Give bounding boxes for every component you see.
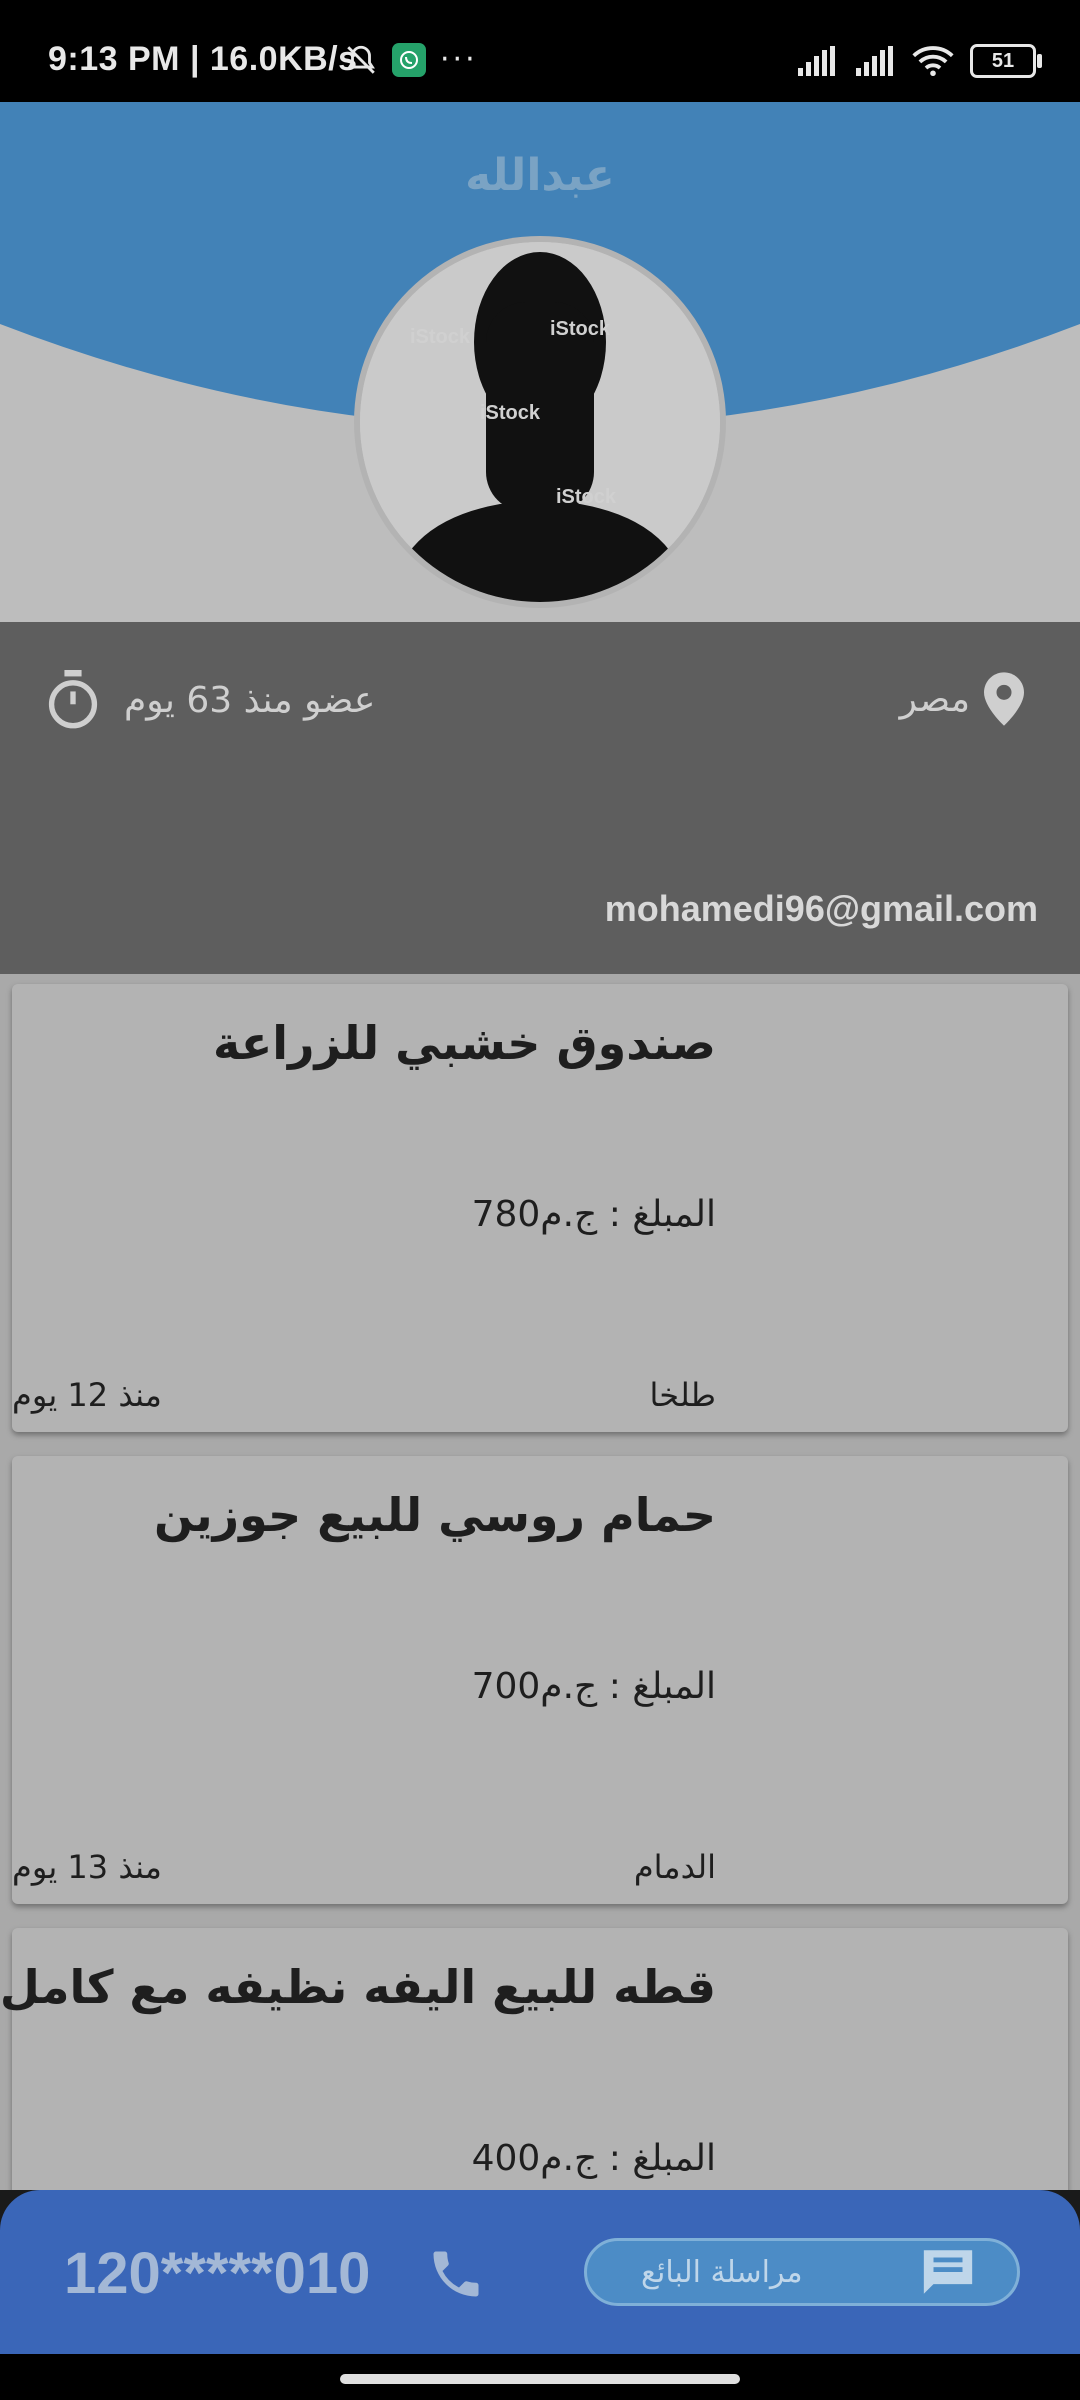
watermark-text: iStock [410, 326, 471, 348]
listing-city: طلخا [649, 1376, 716, 1414]
status-bar: 9:13 PM | 16.0KB/s ··· 51 [0, 0, 1080, 102]
location: مصر [900, 672, 1024, 726]
signal-icon [798, 46, 835, 76]
battery-level: 51 [991, 49, 1015, 72]
seller-info: مصر عضو منذ 63 يوم mohamedi96@gmail.com [0, 622, 1080, 974]
battery-icon: 51 [970, 44, 1042, 78]
location-pin-icon [984, 672, 1024, 726]
watermark-text: iStock [480, 402, 541, 424]
wifi-icon [912, 46, 954, 77]
watermark-text: iStock [556, 486, 617, 508]
more-notifications-icon: ··· [440, 42, 478, 77]
whatsapp-icon [392, 42, 426, 77]
listing-price: المبلغ : ج.م400 [471, 2138, 716, 2179]
profile-header: عبدالله iStock iStock iStock iStock [0, 102, 1080, 622]
listing-city: الدمام [633, 1848, 716, 1886]
listing-price: المبلغ : ج.م700 [471, 1666, 716, 1707]
seller-phone[interactable]: 120*****010 [64, 2240, 370, 2307]
listing-title: حمام روسي للبيع جوزين [153, 1488, 716, 1542]
listing-card[interactable]: حمام روسي للبيع جوزين المبلغ : ج.م700 ال… [12, 1456, 1068, 1904]
listings: صندوق خشبي للزراعة المبلغ : ج.م780 طلخا … [0, 974, 1080, 2190]
watermark-text: iStock [550, 318, 611, 340]
muted-bell-icon [347, 45, 375, 74]
signal-icon-2 [856, 46, 893, 76]
system-navigation [0, 2354, 1080, 2400]
avatar: iStock iStock iStock iStock [360, 242, 720, 602]
seller-email: mohamedi96@gmail.com [604, 888, 1038, 929]
listing-card[interactable]: صندوق خشبي للزراعة المبلغ : ج.م780 طلخا … [12, 984, 1068, 1432]
message-seller-button[interactable]: مراسلة البائع [584, 2238, 1020, 2306]
seller-name: عبدالله [465, 150, 615, 201]
home-indicator[interactable] [340, 2374, 740, 2384]
listing-age: منذ 13 يوم [12, 1848, 162, 1886]
timer-icon [48, 670, 98, 729]
chat-icon [923, 2250, 973, 2294]
listing-title: صندوق خشبي للزراعة [212, 1016, 716, 1070]
member-since: عضو منذ 63 يوم [46, 670, 375, 730]
location-text: مصر [899, 678, 970, 720]
member-since-text: عضو منذ 63 يوم [124, 679, 376, 721]
listing-price: المبلغ : ج.م780 [471, 1194, 716, 1235]
listing-age: منذ 12 يوم [12, 1376, 162, 1414]
listing-card[interactable]: قطه للبيع اليفه نظيفه مع كامل... المبلغ … [0, 1928, 1068, 2190]
listing-title: قطه للبيع اليفه نظيفه مع كامل... [0, 1960, 716, 2014]
status-time: 9:13 PM | 16.0KB/s [48, 40, 358, 78]
phone-icon[interactable] [426, 2244, 486, 2304]
message-seller-label: مراسلة البائع [641, 2254, 803, 2290]
contact-bar: 120*****010 مراسلة البائع [0, 2190, 1080, 2354]
